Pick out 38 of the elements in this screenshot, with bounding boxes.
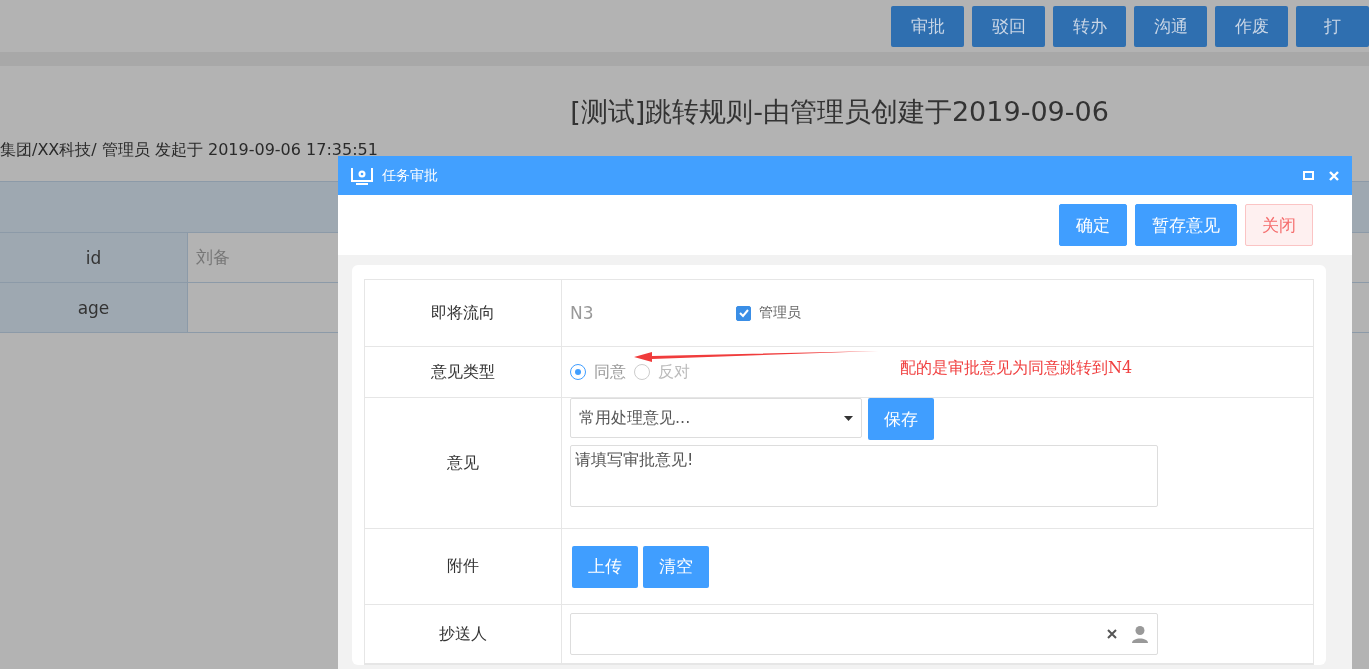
toolbar-button[interactable]: 驳回 — [972, 5, 1045, 47]
caret-icon — [844, 415, 853, 421]
annotation-text: 配的是审批意见为同意跳转到N4 — [900, 358, 1133, 379]
node-name: N3 — [570, 303, 595, 323]
monitor-gear-icon — [350, 165, 374, 186]
toolbar-button[interactable]: 打 — [1296, 5, 1369, 47]
dialog-title: 任务审批 — [382, 166, 439, 185]
field-label: age — [0, 283, 188, 332]
toolbar-button[interactable]: 转办 — [1053, 5, 1126, 47]
field-label: 意见 — [365, 398, 562, 528]
field-value: 刘备 — [196, 246, 230, 269]
action-button[interactable]: 暂存意见 — [1135, 204, 1237, 246]
opinion-select[interactable]: 常用处理意见... — [570, 398, 862, 438]
field-label: 意见类型 — [365, 347, 562, 397]
save-button[interactable]: 保存 — [868, 398, 934, 440]
field-label: 即将流向 — [365, 280, 562, 346]
field-label: id — [0, 233, 188, 282]
cc-field[interactable] — [570, 613, 1158, 655]
close-icon[interactable] — [1328, 169, 1340, 182]
clear-icon[interactable] — [1107, 629, 1117, 639]
toolbar-button[interactable]: 审批 — [891, 5, 964, 47]
toolbar-button[interactable]: 作废 — [1215, 5, 1288, 47]
initiator-info: 集团/XX科技/ 管理员 发起于 2019-09-06 17:35:51 — [0, 140, 379, 161]
field-label: 抄送人 — [365, 605, 562, 663]
toolbar-button[interactable]: 沟通 — [1134, 5, 1207, 47]
person-icon[interactable] — [1131, 625, 1149, 643]
attachment-button[interactable]: 上传 — [572, 545, 638, 588]
checkbox[interactable] — [736, 305, 751, 321]
field-label: 附件 — [365, 529, 562, 604]
radio-label: 反对 — [658, 361, 690, 383]
attachment-button[interactable]: 清空 — [643, 545, 709, 588]
page-title: [测试]跳转规则-由管理员创建于2019-09-06 — [569, 95, 1110, 129]
checkbox-label: 管理员 — [759, 304, 801, 322]
radio-label: 同意 — [594, 361, 626, 383]
maximize-icon[interactable] — [1303, 171, 1314, 180]
action-button[interactable]: 确定 — [1059, 204, 1127, 246]
opinion-field[interactable]: 请填写审批意见! — [570, 445, 1158, 507]
close-button[interactable]: 关闭 — [1245, 204, 1313, 246]
